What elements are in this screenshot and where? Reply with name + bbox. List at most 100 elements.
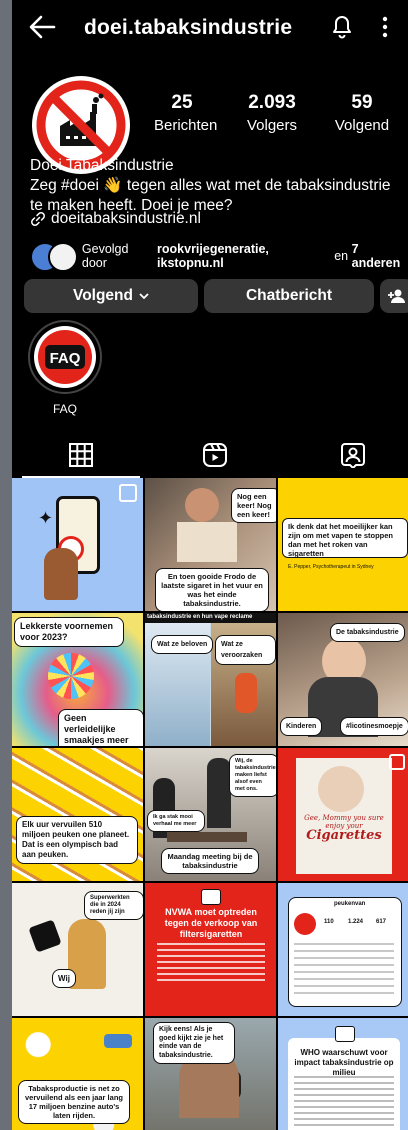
post-caption: Kinderen <box>280 717 323 736</box>
tagged-tab-icon[interactable] <box>340 442 366 468</box>
highlight-label: FAQ <box>52 402 77 416</box>
post-caption: Wat ze beloven <box>151 635 214 654</box>
post-tile[interactable]: Elk uur vervuilen 510 miljoen peuken one… <box>12 748 143 881</box>
post-caption: Tabaksproductie is net zo vervuilend als… <box>18 1080 130 1124</box>
article-text-lines <box>157 943 265 983</box>
follower-avatar-2 <box>48 242 78 272</box>
profile-bio: Doei Tabaksindustrie Zeg #doei 👋 tegen a… <box>30 156 402 216</box>
posts-label: Berichten <box>154 117 218 134</box>
bio-text-start: Zeg #doei <box>30 177 99 194</box>
post-title: NVWA moet optreden tegen de verkoop van … <box>164 907 258 939</box>
post-tile[interactable]: Superwerkten die in 2024 reden jij zijn … <box>12 883 143 1016</box>
megaphone-illustration <box>28 919 62 953</box>
followed-by-prefix: Gevolgd door <box>81 242 129 270</box>
following-value: 59 <box>351 92 373 113</box>
suggest-people-button[interactable] <box>380 279 408 313</box>
photo-book <box>177 522 237 562</box>
post-title: Lekkerste voornemen voor 2023? <box>14 617 124 647</box>
post-tile[interactable]: Wij, de tabaksindustrie maken liefst als… <box>145 748 276 881</box>
post-caption: Wat ze veroorzaken <box>215 635 276 665</box>
mockup-handle: peukenvan <box>334 901 366 907</box>
post-tile[interactable]: Tabaksproductie is net zo vervuilend als… <box>12 1018 143 1130</box>
carousel-icon <box>119 484 137 502</box>
more-options-icon[interactable] <box>380 14 390 40</box>
post-caption: En toen gooide Frodo de laatste sigaret … <box>155 568 269 611</box>
highlight-ring: FAQ <box>28 320 102 394</box>
post-tile[interactable]: Kijk eens! Als je goed kijkt zie je het … <box>145 1018 276 1130</box>
post-caption: Kijk eens! Als je goed kijkt zie je het … <box>153 1022 235 1064</box>
article-text-lines <box>294 1076 394 1130</box>
post-tile[interactable]: Lekkerste voornemen voor 2023? Geen verl… <box>12 613 143 746</box>
story-highlight-faq[interactable]: FAQ FAQ <box>26 320 104 416</box>
mockup-stat: 617 <box>376 919 387 925</box>
baby-illustration <box>318 766 364 812</box>
profile-username: doei.tabaksindustrie <box>84 16 293 39</box>
grid-tab-icon[interactable] <box>68 442 94 468</box>
post-quote: Ik denk dat het moeilijker kan zijn om m… <box>288 522 394 558</box>
followed-by-connector: en <box>334 249 349 263</box>
profile-link[interactable]: doeitabaksindustrie.nl <box>30 210 201 228</box>
following-label: Volgend <box>334 117 390 134</box>
post-quote-source: E. Pepper, Psychotherapeut in Sydney <box>288 564 374 570</box>
following-button-label: Volgend <box>73 287 133 304</box>
followers-value: 2.093 <box>248 92 296 113</box>
faq-badge-text: FAQ <box>50 350 81 367</box>
followers-label: Volgers <box>246 117 298 134</box>
followed-by-names: rookvrijegeneratie, ikstopnu.nl <box>157 242 269 270</box>
post-caption: Superwerkten die in 2024 reden jij zijn <box>84 891 143 920</box>
ad-script-title: Cigarettes <box>306 828 382 843</box>
post-caption: Maandag meeting bij de tabaksindustrie <box>161 848 259 874</box>
mockup-bio-lines <box>294 943 394 997</box>
top-bar: doei.tabaksindustrie <box>12 0 408 54</box>
waving-hand-emoji: 👋 <box>103 177 123 194</box>
post-tile[interactable]: peukenvan 110 1.224 617 <box>278 883 408 1016</box>
post-tile[interactable]: Nog een keer! Nog een keer! En toen gooi… <box>145 478 276 611</box>
mockup-avatar <box>294 913 316 935</box>
followed-by-others: 7 anderen <box>351 242 401 270</box>
link-icon <box>31 212 45 226</box>
post-tile[interactable]: Ik denk dat het moeilijker kan zijn om m… <box>278 478 408 611</box>
post-caption: Wij <box>52 969 76 988</box>
post-tile[interactable]: NVWA moet optreden tegen de verkoop van … <box>145 883 276 1016</box>
post-tile[interactable]: WHO waarschuwt voor impact tabaksindustr… <box>278 1018 408 1130</box>
reels-tab-icon[interactable] <box>202 442 228 468</box>
chevron-down-icon <box>139 292 149 299</box>
profile-tabs <box>12 436 408 480</box>
profile-screen: doei.tabaksindustrie 25 Berichten 2.093 … <box>12 0 408 1130</box>
post-banner: tabaksindustrie en hun vape reclame <box>147 614 253 620</box>
car-illustration <box>104 1034 132 1048</box>
followers-count[interactable]: 2.093 Volgers <box>234 92 310 134</box>
carousel-icon <box>389 754 405 770</box>
back-arrow-icon[interactable] <box>28 14 56 40</box>
lollipop-illustration <box>48 653 94 699</box>
photo-hazmat-figure <box>235 673 257 713</box>
hand-illustration <box>44 548 78 600</box>
message-button-label: Chatbericht <box>245 287 333 304</box>
message-button[interactable]: Chatbericht <box>204 279 374 313</box>
following-count[interactable]: 59 Volgend <box>326 92 398 134</box>
posts-count[interactable]: 25 Berichten <box>154 92 218 134</box>
post-caption: De tabaksindustrie <box>330 623 405 642</box>
mockup-stat: 1.224 <box>348 919 364 925</box>
post-tile[interactable]: De tabaksindustrie Kinderen #licotinesmo… <box>278 613 408 746</box>
post-caption: Ik ga stak mooi verhaal me meer <box>147 810 205 832</box>
profile-name: Doei Tabaksindustrie <box>30 157 174 174</box>
newspaper-icon <box>201 889 221 905</box>
mockup-stat: 110 <box>324 919 334 925</box>
sparkle-icon: ✦ <box>38 508 54 528</box>
bell-icon[interactable] <box>330 13 354 39</box>
newspaper-icon <box>335 1026 355 1042</box>
post-title: WHO waarschuwt voor impact tabaksindustr… <box>294 1048 394 1077</box>
post-caption: Elk uur vervuilen 510 miljoen peuken one… <box>16 816 138 864</box>
faq-badge-icon: FAQ <box>34 326 96 388</box>
post-caption: Wij, de tabaksindustrie maken liefst als… <box>229 754 276 797</box>
followed-by[interactable]: Gevolgd door rookvrijegeneratie, ikstopn… <box>30 242 408 272</box>
posts-value: 25 <box>171 92 193 113</box>
post-tile[interactable]: tabaksindustrie en hun vape reclame Wat … <box>145 613 276 746</box>
post-tile[interactable]: Gee, Mommy you sure enjoy your Cigarette… <box>278 748 408 881</box>
following-button[interactable]: Volgend <box>24 279 198 313</box>
post-tile[interactable]: ✦ <box>12 478 143 611</box>
post-caption: Geen verleidelijke smaakjes meer in vape… <box>58 709 143 746</box>
profile-link-text: doeitabaksindustrie.nl <box>51 210 201 227</box>
post-caption: Nog een keer! Nog een keer! <box>231 488 276 523</box>
